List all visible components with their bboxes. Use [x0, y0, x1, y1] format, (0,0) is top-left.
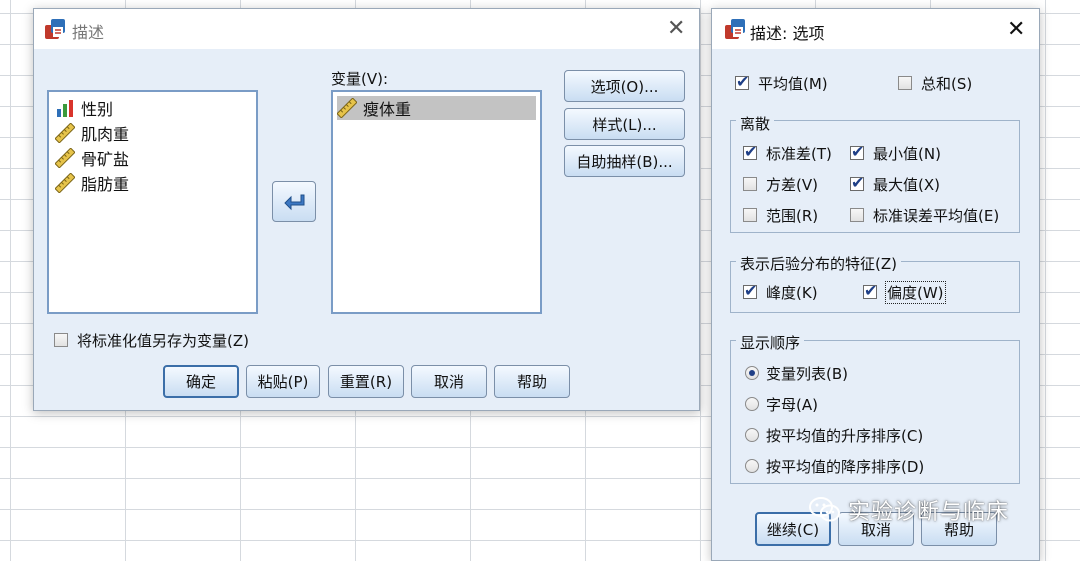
skewness-label: 偏度(W): [885, 281, 946, 304]
reset-button[interactable]: 重置(R): [328, 365, 404, 398]
descriptives-close-icon[interactable]: ✕: [667, 18, 685, 40]
target-variable-list[interactable]: 瘦体重: [331, 90, 542, 314]
cancel-button-label: 取消: [433, 373, 464, 391]
cancel-button[interactable]: 取消: [411, 365, 487, 398]
paste-button-label: 粘贴(P): [257, 373, 309, 391]
arrow-left-icon: [284, 194, 305, 210]
list-item-label: 肌肉重: [81, 125, 130, 144]
options-titlebar: 描述: 选项 ✕: [712, 9, 1039, 49]
wechat-icon: [809, 497, 840, 522]
bootstrap-button[interactable]: 自助抽样(B)...: [564, 145, 685, 177]
nominal-variable-icon: [57, 100, 73, 117]
options-close-icon[interactable]: ✕: [1007, 19, 1025, 41]
watermark: 实验诊断与临床: [808, 494, 1009, 526]
order-descending-label: 按平均值的降序排序(D): [766, 458, 925, 476]
mean-checkbox[interactable]: [735, 72, 749, 91]
ok-button[interactable]: 确定: [163, 365, 239, 398]
list-item[interactable]: 性别: [55, 96, 121, 120]
reset-button-label: 重置(R): [339, 373, 393, 391]
variables-label: 变量(V):: [331, 70, 389, 88]
help-button[interactable]: 帮助: [494, 365, 570, 398]
order-variable-list-radio[interactable]: [745, 366, 759, 380]
scale-ruler-icon: [55, 123, 75, 143]
save-standardized-checkbox[interactable]: [54, 333, 68, 347]
help-button-label: 帮助: [516, 373, 547, 391]
paste-button[interactable]: 粘贴(P): [246, 365, 320, 398]
mean-label: 平均值(M): [758, 75, 828, 93]
list-item-label: 骨矿盐: [81, 150, 130, 169]
descriptives-title: 描述: [72, 23, 105, 42]
order-ascending-label: 按平均值的升序排序(C): [766, 427, 924, 445]
order-alphabetic-label: 字母(A): [766, 396, 818, 414]
move-variable-button[interactable]: [272, 181, 316, 222]
watermark-text: 实验诊断与临床: [848, 500, 1010, 525]
options-button[interactable]: 选项(O)...: [564, 70, 685, 102]
se-mean-checkbox[interactable]: [850, 208, 864, 222]
scale-ruler-icon: [337, 98, 357, 118]
style-button[interactable]: 样式(L)...: [564, 108, 685, 140]
list-item[interactable]: 瘦体重: [337, 96, 536, 120]
scale-ruler-icon: [55, 173, 75, 193]
order-variable-list-label: 变量列表(B): [766, 365, 848, 383]
options-dialog: 描述: 选项 ✕ 平均值(M) 总和(S) 离散 标准差(T) 最小值(N) 方…: [711, 8, 1040, 561]
range-label: 范围(R): [766, 207, 819, 225]
style-button-label: 样式(L)...: [592, 115, 657, 134]
options-title: 描述: 选项: [750, 24, 825, 43]
source-variable-list[interactable]: 性别 肌肉重 骨矿盐 脂肪重: [47, 90, 258, 314]
descriptives-dialog: 描述 ✕ 性别 肌肉重 骨矿盐 脂肪重 变量(V): 瘦体重 选项(O)... …: [33, 8, 700, 411]
order-ascending-radio[interactable]: [745, 428, 759, 442]
save-standardized-label: 将标准化值另存为变量(Z): [77, 332, 249, 350]
order-descending-radio[interactable]: [745, 459, 759, 473]
options-button-label: 选项(O)...: [590, 77, 659, 96]
ok-button-label: 确定: [185, 373, 216, 391]
minimum-label: 最小值(N): [873, 145, 941, 163]
spss-app-icon: [725, 19, 745, 39]
range-checkbox[interactable]: [743, 208, 757, 222]
list-item[interactable]: 脂肪重: [55, 171, 137, 195]
kurtosis-checkbox[interactable]: [743, 281, 757, 300]
display-order-group-title: 显示顺序: [736, 332, 805, 353]
maximum-checkbox[interactable]: [850, 173, 864, 192]
distribution-group-title: 表示后验分布的特征(Z): [736, 253, 901, 274]
scale-ruler-icon: [55, 148, 75, 168]
skewness-checkbox[interactable]: [863, 281, 877, 300]
sum-label: 总和(S): [921, 75, 973, 93]
spss-app-icon: [45, 19, 65, 39]
se-mean-label: 标准误差平均值(E): [873, 207, 1000, 225]
kurtosis-label: 峰度(K): [766, 284, 818, 302]
std-dev-label: 标准差(T): [766, 145, 832, 163]
minimum-checkbox[interactable]: [850, 142, 864, 161]
std-dev-checkbox[interactable]: [743, 142, 757, 161]
list-item-label: 脂肪重: [81, 175, 130, 194]
descriptives-titlebar: 描述 ✕: [34, 9, 699, 49]
list-item[interactable]: 肌肉重: [55, 121, 137, 145]
maximum-label: 最大值(X): [873, 176, 940, 194]
sum-checkbox[interactable]: [898, 76, 912, 90]
dispersion-group-title: 离散: [736, 113, 775, 134]
variance-label: 方差(V): [766, 176, 818, 194]
variance-checkbox[interactable]: [743, 177, 757, 191]
list-item-label: 性别: [81, 100, 114, 119]
bootstrap-button-label: 自助抽样(B)...: [576, 152, 673, 171]
order-alphabetic-radio[interactable]: [745, 397, 759, 411]
list-item-label: 瘦体重: [363, 100, 412, 119]
list-item[interactable]: 骨矿盐: [55, 146, 137, 170]
